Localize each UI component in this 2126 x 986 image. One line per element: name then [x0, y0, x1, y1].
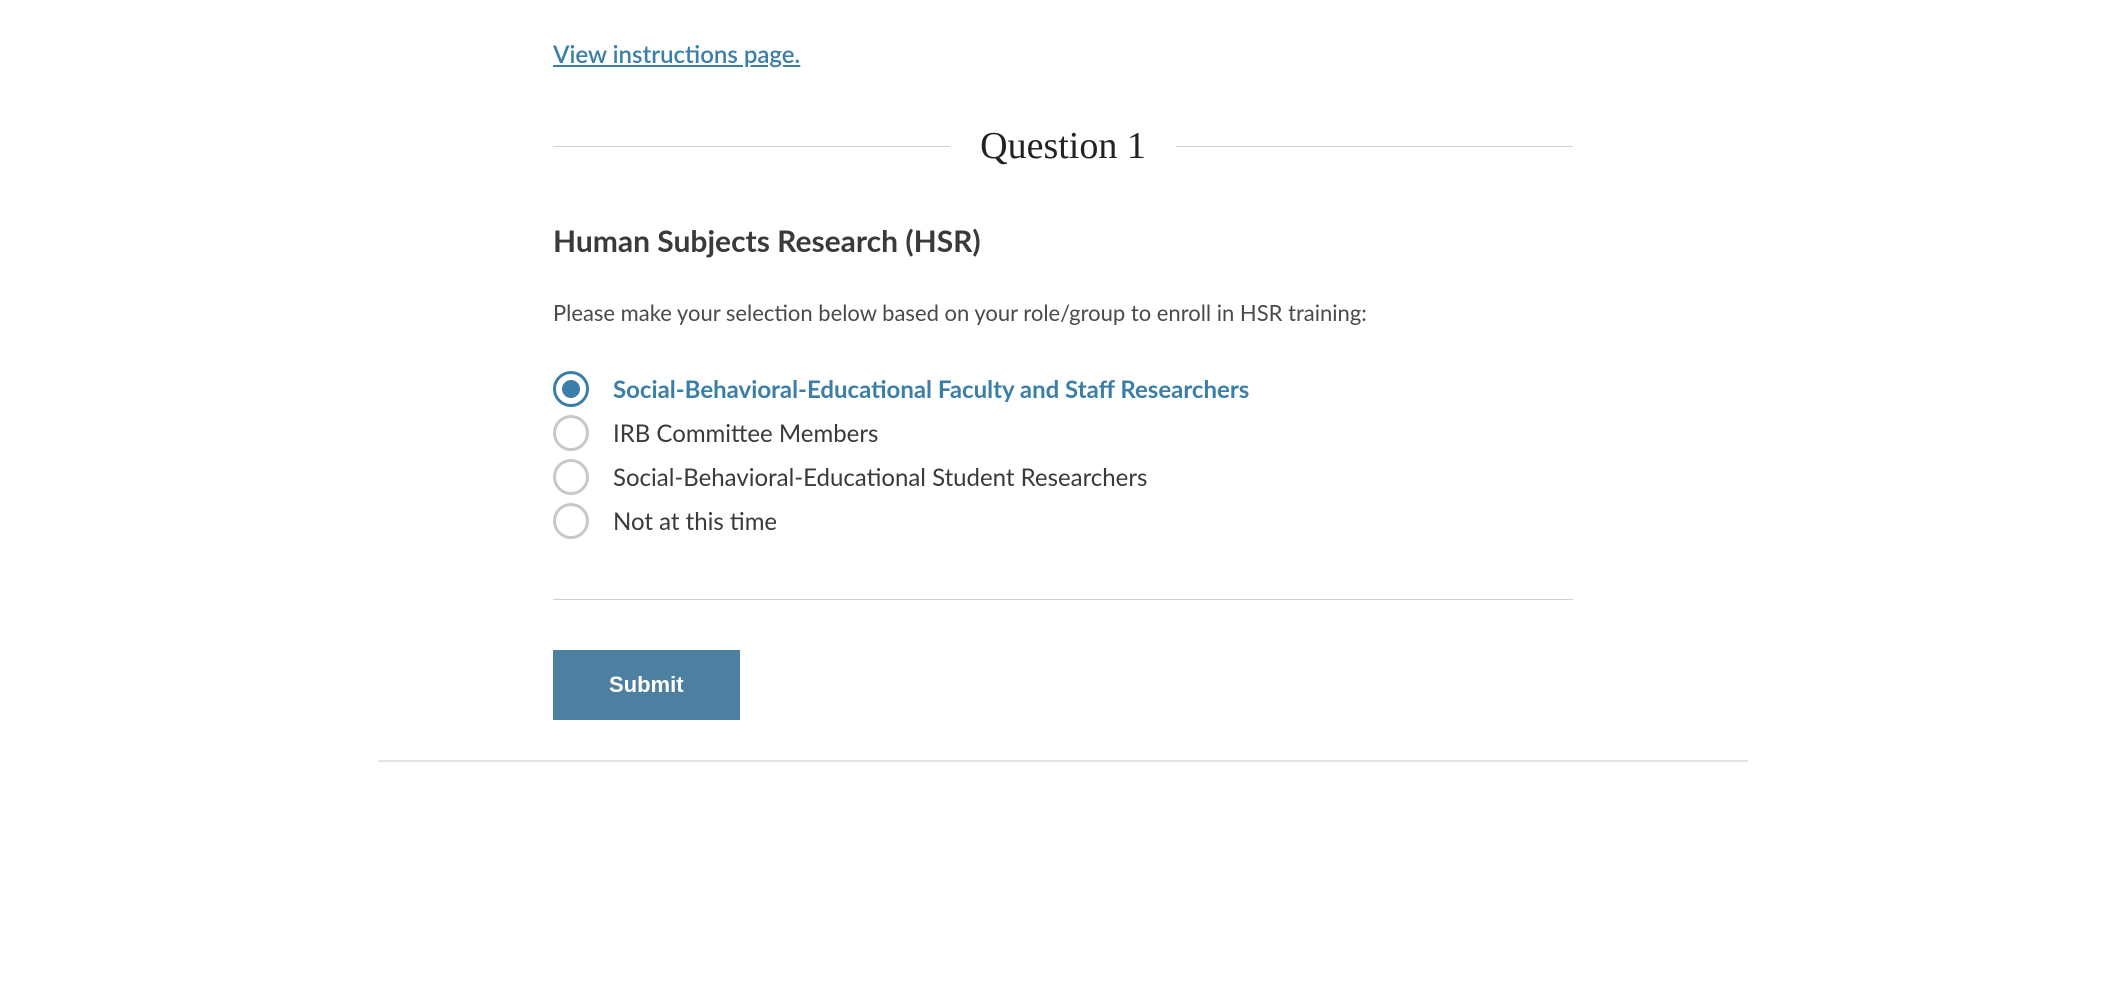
radio-option-1[interactable]: IRB Committee Members	[553, 415, 1573, 451]
section-title: Human Subjects Research (HSR)	[553, 223, 1573, 259]
question-header: Question 1	[553, 124, 1573, 168]
radio-label: Not at this time	[613, 507, 777, 536]
radio-option-0[interactable]: Social-Behavioral-Educational Faculty an…	[553, 371, 1573, 407]
radio-circle-icon	[553, 459, 589, 495]
radio-label: Social-Behavioral-Educational Student Re…	[613, 463, 1147, 492]
prompt-text: Please make your selection below based o…	[553, 299, 1573, 326]
radio-circle-icon	[553, 503, 589, 539]
radio-label: Social-Behavioral-Educational Faculty an…	[613, 375, 1249, 404]
radio-circle-icon	[553, 415, 589, 451]
radio-circle-icon	[553, 371, 589, 407]
radio-option-3[interactable]: Not at this time	[553, 503, 1573, 539]
radio-option-2[interactable]: Social-Behavioral-Educational Student Re…	[553, 459, 1573, 495]
question-title: Question 1	[950, 124, 1176, 168]
radio-group: Social-Behavioral-Educational Faculty an…	[553, 371, 1573, 539]
submit-button[interactable]: Submit	[553, 650, 740, 720]
radio-label: IRB Committee Members	[613, 419, 878, 448]
bottom-divider	[378, 760, 1748, 762]
divider	[553, 599, 1573, 600]
instructions-link[interactable]: View instructions page.	[553, 40, 800, 69]
